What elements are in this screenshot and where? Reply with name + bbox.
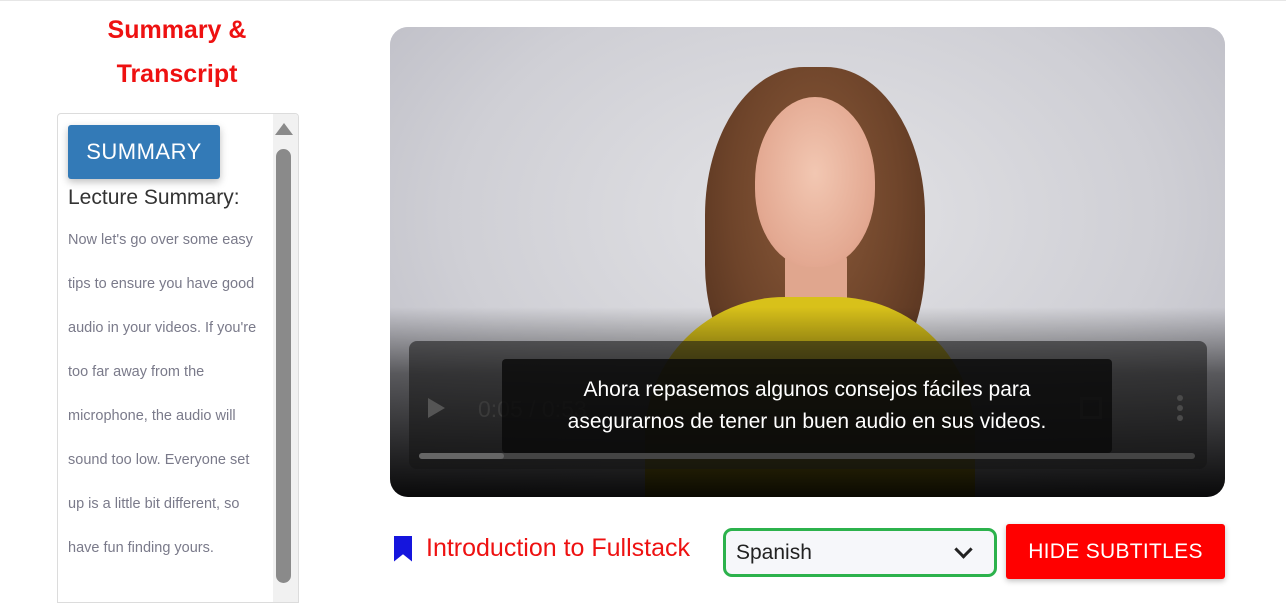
language-selected-value: Spanish [736, 540, 812, 564]
subtitle-line2: asegurarnos de tener un buen audio en su… [567, 410, 1047, 433]
progress-bar[interactable] [419, 453, 1195, 459]
summary-button[interactable]: SUMMARY [68, 125, 220, 179]
sidebar-title-line1: Summary & [107, 16, 247, 44]
presenter-face [755, 97, 875, 267]
sidebar-title-line2: Transcript [116, 60, 238, 88]
lecture-summary-heading: Lecture Summary: [68, 186, 240, 209]
course-title-row: Introduction to Fullstack [394, 534, 690, 563]
more-options-icon[interactable] [1176, 395, 1184, 421]
summary-panel: SUMMARY Lecture Summary: Now let's go ov… [57, 113, 299, 603]
subtitle-box: Ahora repasemos algunos consejos fáciles… [502, 359, 1112, 453]
progress-fill [419, 453, 505, 459]
lecture-summary-text: Now let's go over some easy tips to ensu… [68, 232, 257, 556]
chevron-down-icon [954, 540, 973, 559]
scroll-up-arrow-icon[interactable] [275, 123, 293, 135]
video-player[interactable]: 0:05 / 0:53 Ahora repasemos algunos cons… [390, 27, 1225, 497]
subtitle-line1: Ahora repasemos algunos consejos fáciles… [583, 378, 1031, 401]
language-select[interactable]: Spanish [723, 528, 997, 577]
sidebar-title: Summary & Transcript [56, 8, 298, 96]
top-divider [0, 0, 1286, 1]
hide-subtitles-button[interactable]: HIDE SUBTITLES [1006, 524, 1225, 579]
play-icon[interactable] [428, 398, 445, 418]
bookmark-icon[interactable] [394, 535, 412, 562]
scrollbar-thumb[interactable] [276, 149, 291, 583]
course-title: Introduction to Fullstack [426, 534, 691, 562]
